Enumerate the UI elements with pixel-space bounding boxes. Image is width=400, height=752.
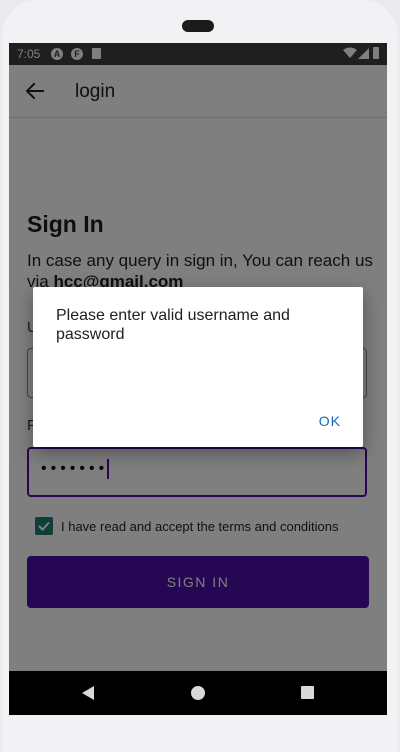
home-circle-icon[interactable] <box>191 686 205 700</box>
device-frame: 7:05 A F login Sign In In case any query… <box>0 0 400 752</box>
dialog-ok-button[interactable]: OK <box>319 413 341 429</box>
alert-dialog: Please enter valid username and password… <box>33 287 363 447</box>
navigation-bar <box>9 671 387 715</box>
earpiece-speaker <box>182 20 214 32</box>
recents-square-icon[interactable] <box>301 686 314 699</box>
dialog-message: Please enter valid username and password <box>56 307 290 343</box>
back-triangle-icon[interactable] <box>81 685 95 706</box>
screen: 7:05 A F login Sign In In case any query… <box>9 43 387 715</box>
